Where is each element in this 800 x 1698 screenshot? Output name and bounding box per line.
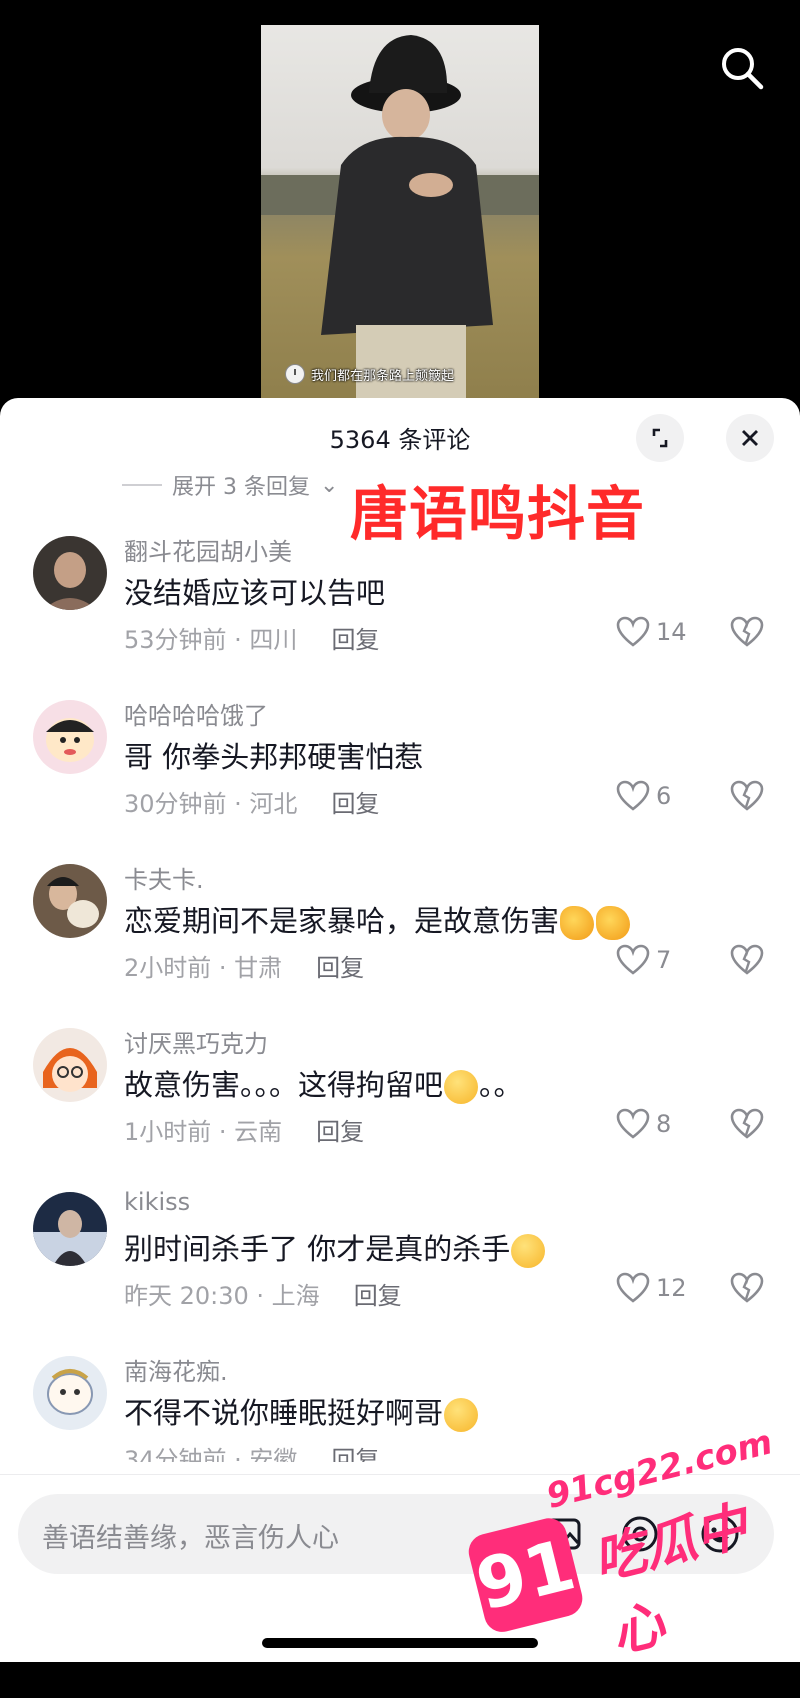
avatar[interactable]: [33, 1028, 107, 1102]
comment-item[interactable]: 翻斗花园胡小美 没结婚应该可以告吧 53分钟前 · 四川 回复 14: [0, 528, 800, 692]
reply-button[interactable]: 回复: [316, 1118, 364, 1146]
dislike-button[interactable]: [730, 1108, 764, 1144]
flushed-face-emoji: [511, 1234, 546, 1268]
dizzy-face-emoji: [444, 1070, 479, 1104]
comment-text-body: 没结婚应该可以告吧: [124, 576, 386, 610]
like-button[interactable]: 14: [616, 616, 687, 648]
search-button[interactable]: [718, 44, 766, 92]
clap-emoji: [596, 906, 631, 940]
close-button[interactable]: [726, 414, 774, 462]
dislike-button[interactable]: [730, 1272, 764, 1308]
like-count: 8: [656, 1110, 672, 1138]
comment-time: 30分钟前 · 河北: [124, 790, 298, 818]
expand-replies-text: 展开 3 条回复: [172, 475, 310, 500]
search-icon: [722, 48, 764, 90]
broken-heart-icon: [730, 944, 764, 975]
comment-text: 别时间杀手了 你才是真的杀手: [124, 1226, 546, 1268]
avatar[interactable]: [33, 864, 107, 938]
video-caption: 我们都在那条路上颠簸起: [285, 364, 454, 384]
reply-button[interactable]: 回复: [331, 1446, 379, 1462]
comment-meta: 53分钟前 · 四川 回复: [124, 620, 379, 655]
like-count: 12: [656, 1274, 687, 1302]
comment-item[interactable]: 哈哈哈哈饿了 哥 你拳头邦邦硬害怕惹 30分钟前 · 河北 回复 6: [0, 692, 800, 856]
clap-emoji: [560, 906, 595, 940]
divider: [122, 484, 162, 486]
comment-meta: 1小时前 · 云南 回复: [124, 1112, 364, 1147]
expand-icon: [652, 428, 668, 448]
avatar[interactable]: [33, 700, 107, 774]
close-icon: [742, 430, 758, 446]
broken-heart-icon: [730, 780, 764, 811]
comment-time: 34分钟前 · 安徽: [124, 1446, 298, 1462]
comment-text-body: 不得不说你睡眠挺好啊哥: [124, 1396, 444, 1430]
comment-text: 没结婚应该可以告吧: [124, 570, 385, 612]
comment-username[interactable]: 哈哈哈哈饿了: [124, 696, 268, 731]
like-button[interactable]: 7: [616, 944, 671, 976]
comment-list[interactable]: 翻斗花园胡小美 没结婚应该可以告吧 53分钟前 · 四川 回复 14 哈哈哈哈饿了…: [0, 528, 800, 1512]
comment-text: 哥 你拳头邦邦硬害怕惹: [124, 734, 423, 776]
like-button[interactable]: 6: [616, 780, 671, 812]
comment-username[interactable]: 讨厌黑巧克力: [124, 1024, 268, 1059]
fullscreen-button[interactable]: [636, 414, 684, 462]
comment-time: 2小时前 · 甘肃: [124, 954, 283, 982]
comment-text-tail: 。。: [479, 1068, 523, 1102]
chevron-down-icon: ⌄: [319, 472, 339, 498]
broken-heart-icon: [730, 616, 764, 647]
broken-heart-icon: [730, 1272, 764, 1303]
comment-username[interactable]: 翻斗花园胡小美: [124, 532, 292, 567]
video-area[interactable]: 我们都在那条路上颠簸起: [0, 0, 800, 400]
like-button[interactable]: 12: [616, 1272, 687, 1304]
dislike-button[interactable]: [730, 944, 764, 980]
video-frame[interactable]: 我们都在那条路上颠簸起: [261, 25, 539, 400]
video-thumbnail: [261, 35, 539, 400]
comment-text-body: 别时间杀手了 你才是真的杀手: [124, 1232, 511, 1266]
comment-meta: 30分钟前 · 河北 回复: [124, 784, 379, 819]
like-count: 6: [656, 782, 672, 810]
comment-username[interactable]: kikiss: [124, 1188, 190, 1216]
heart-icon: [616, 1108, 650, 1139]
comment-meta: 昨天 20:30 · 上海 回复: [124, 1276, 402, 1311]
comment-time: 53分钟前 · 四川: [124, 626, 298, 654]
avatar[interactable]: [33, 1356, 107, 1430]
like-button[interactable]: 8: [616, 1108, 671, 1140]
reply-button[interactable]: 回复: [354, 1282, 402, 1310]
comment-text: 故意伤害。。。这得拘留吧 。。: [124, 1062, 523, 1104]
comment-text: 不得不说你睡眠挺好啊哥: [124, 1390, 479, 1432]
comment-meta: 34分钟前 · 安徽 回复: [124, 1440, 379, 1462]
reply-button[interactable]: 回复: [316, 954, 364, 982]
comment-item[interactable]: kikiss 别时间杀手了 你才是真的杀手 昨天 20:30 · 上海 回复 12: [0, 1184, 800, 1348]
video-caption-text: 我们都在那条路上颠簸起: [311, 368, 455, 384]
comment-time: 昨天 20:30 · 上海: [124, 1282, 320, 1310]
home-indicator[interactable]: [262, 1638, 538, 1648]
reply-button[interactable]: 回复: [331, 790, 379, 818]
heart-icon: [616, 1272, 650, 1303]
like-count: 7: [656, 946, 672, 974]
comment-meta: 2小时前 · 甘肃 回复: [124, 948, 364, 983]
comment-text-body: 恋爱期间不是家暴哈，是故意伤害: [124, 904, 560, 938]
reply-button[interactable]: 回复: [331, 626, 379, 654]
heart-icon: [616, 944, 650, 975]
comment-text-body: 哥 你拳头邦邦硬害怕惹: [124, 740, 424, 774]
clock-icon: [285, 364, 305, 384]
comment-input-placeholder[interactable]: 善语结善缘，恶言伤人心: [42, 1516, 339, 1555]
avatar[interactable]: [33, 536, 107, 610]
comment-item[interactable]: 讨厌黑巧克力 故意伤害。。。这得拘留吧 。。 1小时前 · 云南 回复 8: [0, 1020, 800, 1184]
comment-text: 恋爱期间不是家暴哈，是故意伤害: [124, 898, 631, 940]
grin-emoji: [444, 1398, 479, 1432]
comment-item[interactable]: 卡夫卡. 恋爱期间不是家暴哈，是故意伤害 2小时前 · 甘肃 回复 7: [0, 856, 800, 1020]
avatar[interactable]: [33, 1192, 107, 1266]
dislike-button[interactable]: [730, 616, 764, 652]
dislike-button[interactable]: [730, 780, 764, 816]
expand-replies-link[interactable]: 展开 3 条回复 ⌄: [122, 468, 338, 502]
heart-icon: [616, 616, 650, 647]
watermark-badge: 91: [464, 1514, 587, 1636]
comment-text-body: 故意伤害。。。这得拘留吧: [124, 1068, 444, 1102]
like-count: 14: [656, 618, 687, 646]
broken-heart-icon: [730, 1108, 764, 1139]
comment-time: 1小时前 · 云南: [124, 1118, 283, 1146]
heart-icon: [616, 780, 650, 811]
comment-username[interactable]: 卡夫卡.: [124, 860, 204, 895]
comment-username[interactable]: 南海花痴.: [124, 1352, 228, 1387]
